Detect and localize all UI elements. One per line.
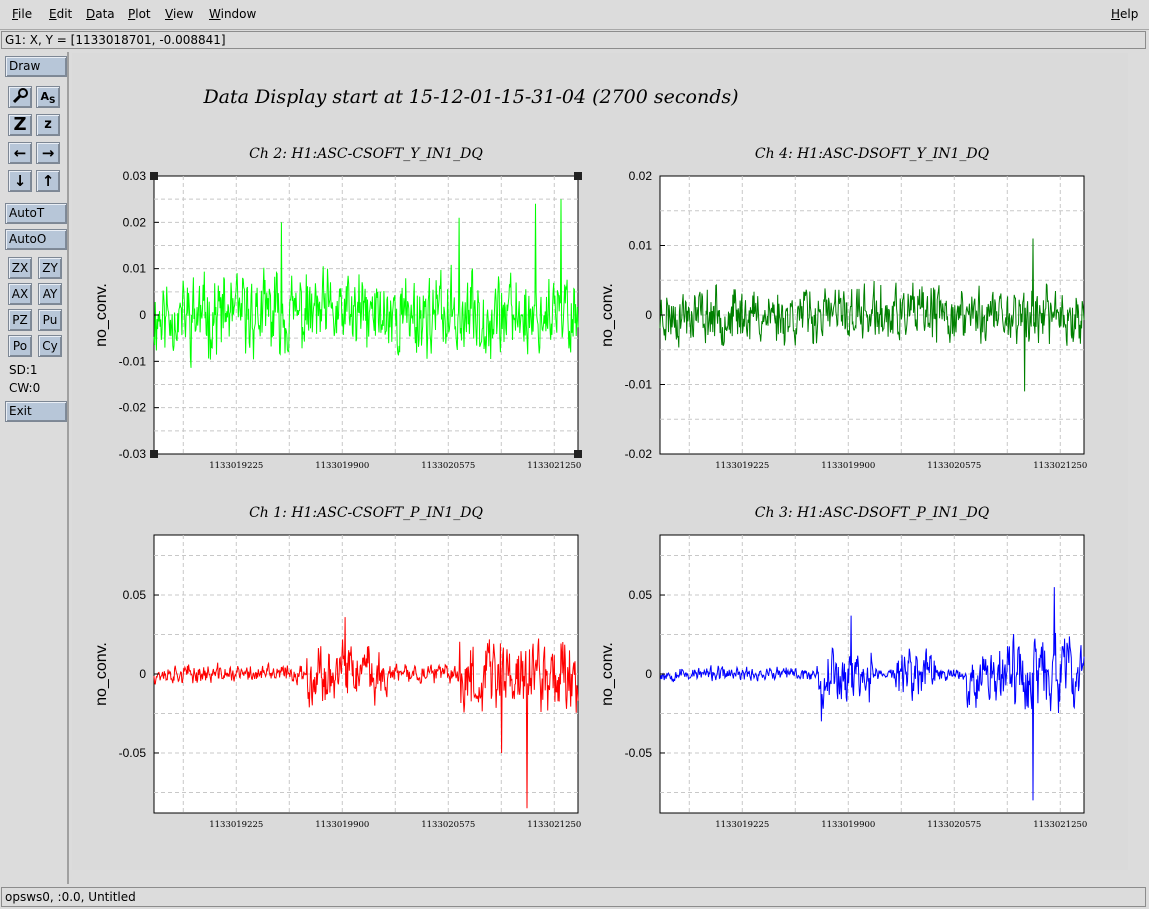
x-tick-label: 1133020575 [927,820,981,830]
y-tick-label: 0 [139,667,146,681]
menu-file[interactable]: File [12,7,32,21]
plot-canvas[interactable]: Data Display start at 15-12-01-15-31-04 … [72,53,1128,870]
x-tick-label: 1133019225 [715,461,769,471]
y-tick-label: 0.05 [629,588,653,602]
x-tick-label: 1133021250 [1033,820,1087,830]
chart-title: Ch 1: H1:ASC-CSOFT_P_IN1_DQ [249,505,483,521]
chart-title: Ch 3: H1:ASC-DSOFT_P_IN1_DQ [755,505,990,521]
zy-button[interactable]: ZY [38,257,62,279]
zoom-in-icon[interactable]: z [36,114,60,136]
chart-title: Ch 4: H1:ASC-DSOFT_Y_IN1_DQ [755,146,990,162]
autoo-button[interactable]: AutoO [5,229,67,250]
y-tick-label: -0.02 [119,401,147,415]
y-tick-label: -0.02 [625,447,653,461]
display-title: Data Display start at 15-12-01-15-31-04 … [202,86,738,108]
x-tick-label: 1133020575 [927,461,981,471]
menu-data[interactable]: Data [86,7,115,21]
arrow-up-icon[interactable]: ↑ [36,170,60,192]
x-tick-label: 1133019900 [315,461,369,471]
menu-edit[interactable]: Edit [49,7,72,21]
y-tick-label: -0.01 [119,354,147,368]
arrow-left-icon[interactable]: ← [8,142,32,164]
y-tick-label: -0.05 [625,746,653,760]
y-axis-label: no_conv. [599,642,616,706]
sd-label: SD:1 [9,363,38,377]
menu-help[interactable]: Help [1111,7,1138,21]
y-axis-label: no_conv. [93,642,110,706]
autot-button[interactable]: AutoT [5,203,67,224]
plot-canvas-area[interactable]: Data Display start at 15-12-01-15-31-04 … [72,53,1128,870]
cy-button[interactable]: Cy [38,335,62,357]
y-tick-label: -0.03 [119,447,147,461]
zx-button[interactable]: ZX [8,257,32,279]
y-axis-label: no_conv. [599,283,616,347]
x-tick-label: 1133020575 [421,461,475,471]
tool-panel: Draw AS Z z ← → ↓ ↑ AutoT AutoO ZX ZY AX… [1,52,69,884]
pz-button[interactable]: PZ [8,309,32,331]
zoom-out-icon[interactable]: Z [8,114,32,136]
menu-plot[interactable]: Plot [128,7,151,21]
chart-4: Ch 3: H1:ASC-DSOFT_P_IN1_DQ 0.05 0 -0.05 113… [599,505,1087,830]
selection-handle [574,450,582,458]
y-tick-label: 0.01 [123,262,147,276]
text-icon[interactable]: AS [36,86,60,108]
coordinate-readout: G1: X, Y = [1133018701, -0.008841] [1,31,1146,49]
menu-view[interactable]: View [165,7,193,21]
chart-1: Ch 2: H1:ASC-CSOFT_Y_IN1_DQ 0.03 0.02 0.01 0… [93,146,582,471]
y-tick-label: 0 [645,308,652,322]
exit-button[interactable]: Exit [5,401,67,422]
selection-handle [150,450,158,458]
menu-window[interactable]: Window [209,7,256,21]
po-button[interactable]: Po [8,335,32,357]
magnify-icon[interactable] [8,86,32,108]
y-tick-label: 0.05 [123,588,147,602]
y-tick-label: 0 [645,667,652,681]
y-tick-label: 0.01 [629,239,653,253]
chart-title: Ch 2: H1:ASC-CSOFT_Y_IN1_DQ [249,146,483,162]
selection-handle [574,172,582,180]
chart-2: Ch 4: H1:ASC-DSOFT_Y_IN1_DQ 0.02 0.01 0 -0.0… [599,146,1087,471]
status-bar: opsws0, :0.0, Untitled [1,887,1146,907]
x-tick-label: 1133019225 [209,461,263,471]
y-tick-label: -0.05 [119,746,147,760]
x-tick-label: 1133019900 [315,820,369,830]
ax-button[interactable]: AX [8,283,32,305]
y-tick-label: 0 [139,308,146,322]
cw-label: CW:0 [9,381,41,395]
y-tick-label: -0.01 [625,378,653,392]
draw-button[interactable]: Draw [5,56,67,77]
y-axis-label: no_conv. [93,283,110,347]
x-tick-label: 1133021250 [527,820,581,830]
x-tick-label: 1133019900 [821,820,875,830]
y-tick-label: 0.02 [123,215,147,229]
x-tick-label: 1133019225 [209,820,263,830]
arrow-right-icon[interactable]: → [36,142,60,164]
y-tick-label: 0.03 [123,169,147,183]
arrow-down-icon[interactable]: ↓ [8,170,32,192]
selection-handle [150,172,158,180]
ay-button[interactable]: AY [38,283,62,305]
x-tick-label: 1133019225 [715,820,769,830]
chart-3: Ch 1: H1:ASC-CSOFT_P_IN1_DQ 0.05 0 -0.05 113… [93,505,581,830]
menu-bar: File Edit Data Plot View Window Help [0,0,1149,30]
y-tick-label: 0.02 [629,169,653,183]
pu-button[interactable]: Pu [38,309,62,331]
x-tick-label: 1133021250 [1033,461,1087,471]
x-tick-label: 1133020575 [421,820,475,830]
x-tick-label: 1133021250 [527,461,581,471]
x-tick-label: 1133019900 [821,461,875,471]
